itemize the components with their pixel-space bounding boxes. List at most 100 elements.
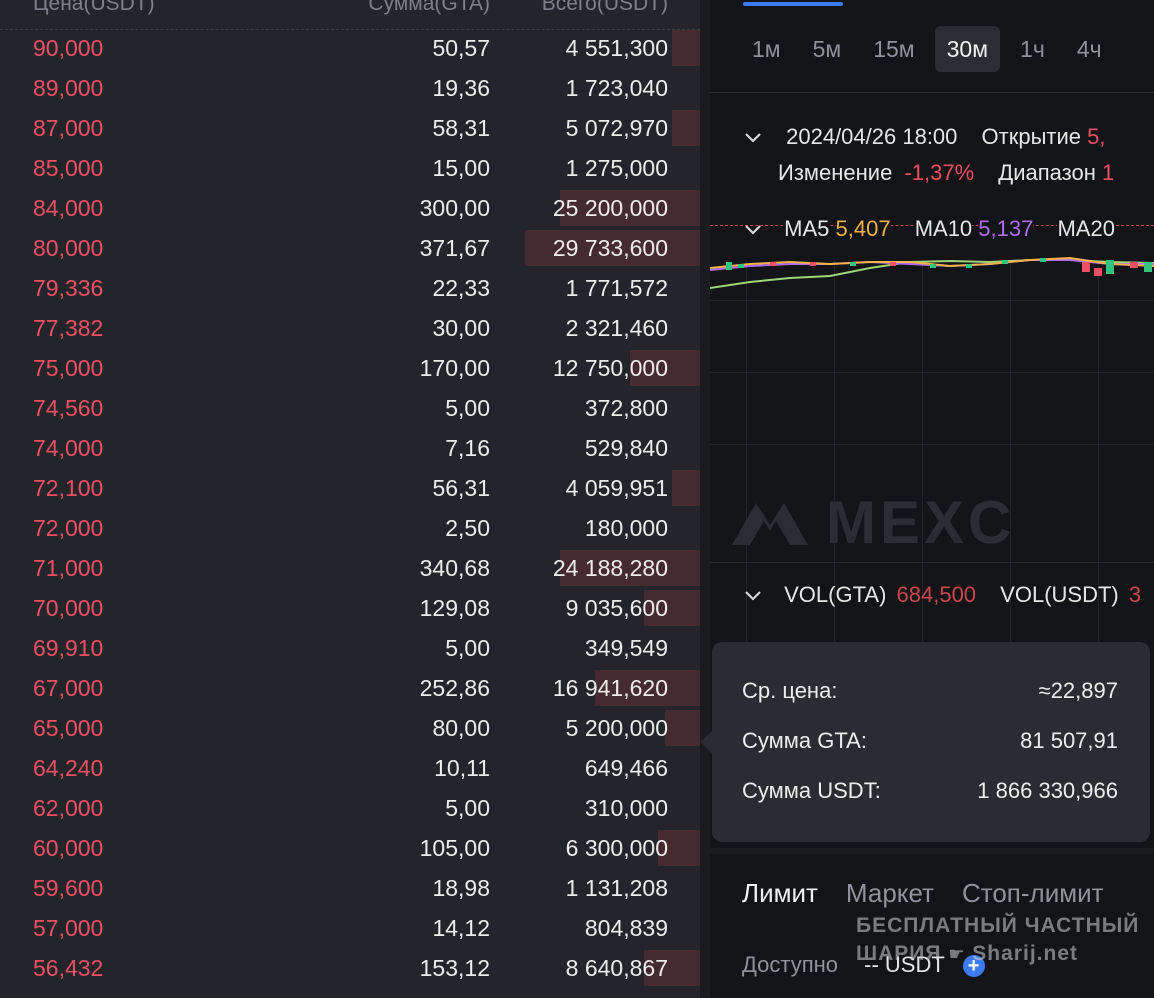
ask-row[interactable]: 77,382 30,00 2 321,460	[0, 308, 700, 348]
ask-row[interactable]: 70,000 129,08 9 035,600	[0, 588, 700, 628]
ask-amount: 58,31	[432, 115, 490, 141]
sum-gta-row: Сумма GTA: 81 507,91	[742, 726, 1118, 756]
ask-row[interactable]: 74,000 7,16 529,840	[0, 428, 700, 468]
ask-amount: 170,00	[419, 355, 490, 381]
ask-price: 75,000	[33, 355, 104, 381]
ask-price: 60,000	[33, 835, 104, 861]
ask-amount: 5,00	[445, 635, 490, 661]
timeframe-selector: 1м 5м 15м 30м 1ч 4ч	[740, 26, 1122, 72]
ask-amount: 80,00	[432, 715, 490, 741]
ask-price: 56,432	[33, 955, 104, 981]
ask-total: 1 131,208	[565, 875, 668, 901]
ask-row[interactable]: 80,000 371,67 29 733,600	[0, 228, 700, 268]
chevron-down-icon[interactable]	[744, 131, 766, 149]
ma20-label: MA20	[1057, 216, 1115, 241]
price-column-header: Цена(USDT)	[33, 0, 155, 15]
ask-row[interactable]: 72,000 2,50 180,000	[0, 508, 700, 548]
candle-info-row: 2024/04/26 18:00 Открытие 5,	[744, 124, 1105, 150]
ask-row[interactable]: 60,000 105,00 6 300,000	[0, 828, 700, 868]
ask-row[interactable]: 69,910 5,00 349,549	[0, 628, 700, 668]
ask-row[interactable]: 85,000 15,00 1 275,000	[0, 148, 700, 188]
ask-row[interactable]: 89,000 19,36 1 723,040	[0, 68, 700, 108]
ask-row[interactable]: 74,560 5,00 372,800	[0, 388, 700, 428]
chevron-down-icon[interactable]	[744, 223, 766, 241]
change-value: -1,37%	[904, 160, 975, 185]
ask-amount: 2,50	[445, 515, 490, 541]
ask-total: 1 771,572	[565, 275, 668, 301]
open-value: 5,	[1087, 124, 1106, 149]
ask-amount: 371,67	[419, 235, 490, 261]
chevron-down-icon[interactable]	[744, 589, 766, 607]
ask-row[interactable]: 72,100 56,31 4 059,951	[0, 468, 700, 508]
ask-price: 65,000	[33, 715, 104, 741]
sum-gta-value: 81 507,91	[1020, 728, 1118, 753]
ask-price: 57,000	[33, 915, 104, 941]
ma5-label: MA5	[784, 216, 830, 241]
ask-row[interactable]: 65,000 80,00 5 200,000	[0, 708, 700, 748]
price-chart[interactable]	[710, 248, 1154, 293]
watermark-line-2-b: Sharij.net	[972, 942, 1078, 965]
depth-bar	[672, 110, 700, 146]
ask-total: 4 551,300	[565, 35, 668, 61]
ask-amount: 10,11	[434, 755, 490, 781]
timeframe-tab[interactable]: 1ч	[1008, 26, 1057, 72]
ask-amount: 5,00	[445, 395, 490, 421]
ask-amount: 50,57	[432, 35, 490, 61]
ask-amount: 153,12	[419, 955, 490, 981]
ask-price: 80,000	[33, 235, 104, 261]
ask-row[interactable]: 67,000 252,86 16 941,620	[0, 668, 700, 708]
ask-row[interactable]: 59,600 18,98 1 131,208	[0, 868, 700, 908]
grid-line	[710, 300, 1154, 301]
ask-price: 59,600	[33, 875, 104, 901]
timeframe-tab[interactable]: 30м	[934, 26, 1001, 72]
divider	[710, 92, 1154, 93]
ask-price: 71,000	[33, 555, 104, 581]
ask-total: 804,839	[584, 915, 668, 941]
section-divider	[710, 848, 1154, 854]
range-label: Диапазон	[998, 160, 1096, 185]
ask-total: 12 750,000	[552, 355, 668, 381]
ask-row[interactable]: 71,000 340,68 24 188,280	[0, 548, 700, 588]
ask-amount: 19,36	[432, 75, 490, 101]
ask-amount: 18,98	[432, 875, 490, 901]
ask-price: 69,910	[33, 635, 104, 661]
mexc-logo-icon	[732, 502, 808, 545]
ask-row[interactable]: 90,000 50,57 4 551,300	[0, 28, 700, 68]
timeframe-tab[interactable]: 4ч	[1065, 26, 1114, 72]
timeframe-tab[interactable]: 5м	[801, 26, 854, 72]
grid-line	[710, 372, 1154, 373]
site-watermark: БЕСПЛАТНЫЙ ЧАСТНЫЙ ШАРИЯ ☛ Sharij.net	[856, 912, 1146, 968]
ask-total: 372,800	[584, 395, 668, 421]
avg-price-row: Ср. цена: ≈22,897	[742, 676, 1118, 706]
ask-total: 2 321,460	[565, 315, 668, 341]
ask-row[interactable]: 57,000 14,12 804,839	[0, 908, 700, 948]
sum-usdt-row: Сумма USDT: 1 866 330,966	[742, 776, 1118, 806]
order-type-tab[interactable]: Стоп-лимит	[962, 878, 1104, 908]
ask-amount: 252,86	[419, 675, 490, 701]
ask-row[interactable]: 87,000 58,31 5 072,970	[0, 108, 700, 148]
watermark-text: MEXC	[826, 489, 1016, 556]
ask-amount: 14,12	[432, 915, 490, 941]
ask-row[interactable]: 79,336 22,33 1 771,572	[0, 268, 700, 308]
ask-price: 85,000	[33, 155, 104, 181]
ask-price: 74,560	[33, 395, 104, 421]
timeframe-tab[interactable]: 15м	[861, 26, 926, 72]
amount-column-header: Сумма(GTA)	[368, 0, 490, 15]
timeframe-tab[interactable]: 1м	[740, 26, 793, 72]
avg-price-label: Ср. цена:	[742, 678, 838, 703]
ask-row[interactable]: 75,000 170,00 12 750,000	[0, 348, 700, 388]
ask-price: 84,000	[33, 195, 104, 221]
ask-row[interactable]: 62,000 5,00 310,000	[0, 788, 700, 828]
range-value: 1	[1101, 160, 1115, 185]
ask-amount: 56,31	[432, 475, 490, 501]
ask-price: 72,100	[33, 475, 104, 501]
order-type-tab[interactable]: Лимит	[742, 878, 818, 908]
ask-row[interactable]: 84,000 300,00 25 200,000	[0, 188, 700, 228]
order-type-tab[interactable]: Маркет	[846, 878, 934, 908]
ask-total: 1 275,000	[565, 155, 668, 181]
ask-row[interactable]: 56,432 153,12 8 640,867	[0, 948, 700, 988]
ask-amount: 340,68	[419, 555, 490, 581]
depth-bar	[665, 710, 700, 746]
ask-price: 72,000	[33, 515, 104, 541]
ask-row[interactable]: 64,240 10,11 649,466	[0, 748, 700, 788]
